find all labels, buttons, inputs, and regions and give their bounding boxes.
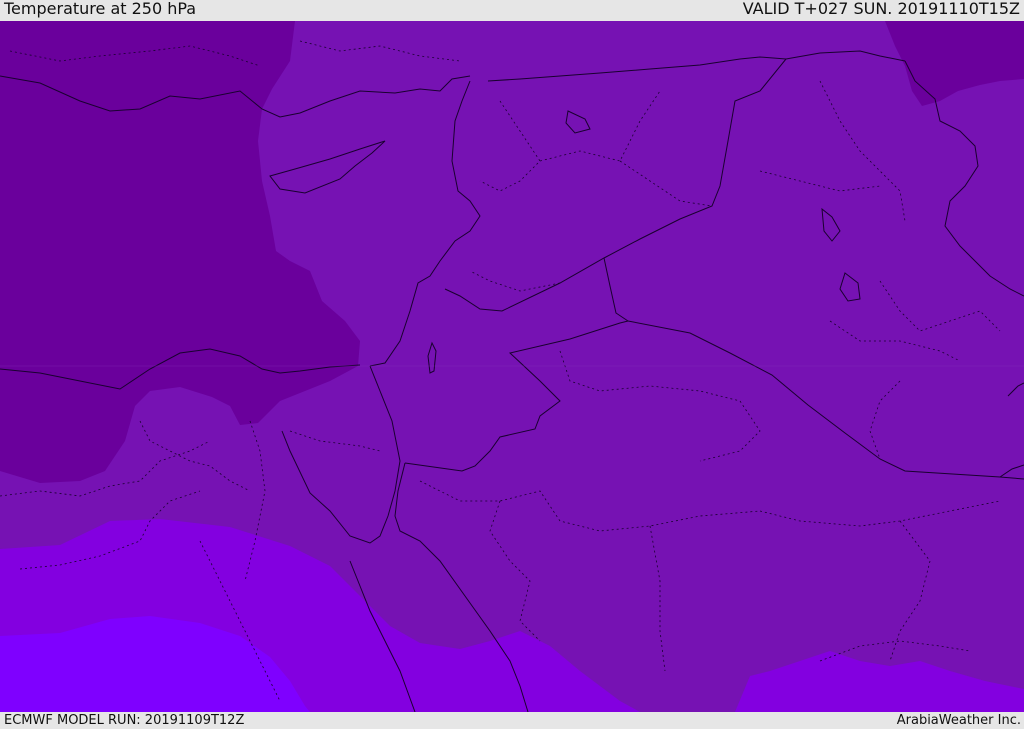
credit-label: ArabiaWeather Inc. (896, 713, 1021, 728)
map-title: Temperature at 250 hPa (4, 0, 197, 18)
temperature-map (0, 21, 1024, 712)
map-canvas (0, 21, 1024, 712)
map-header: Temperature at 250 hPa VALID T+027 SUN. … (0, 0, 1024, 21)
map-footer: ECMWF MODEL RUN: 20191109T12Z ArabiaWeat… (0, 712, 1024, 729)
valid-time: VALID T+027 SUN. 20191110T15Z (742, 0, 1020, 18)
model-run-label: ECMWF MODEL RUN: 20191109T12Z (4, 713, 245, 728)
